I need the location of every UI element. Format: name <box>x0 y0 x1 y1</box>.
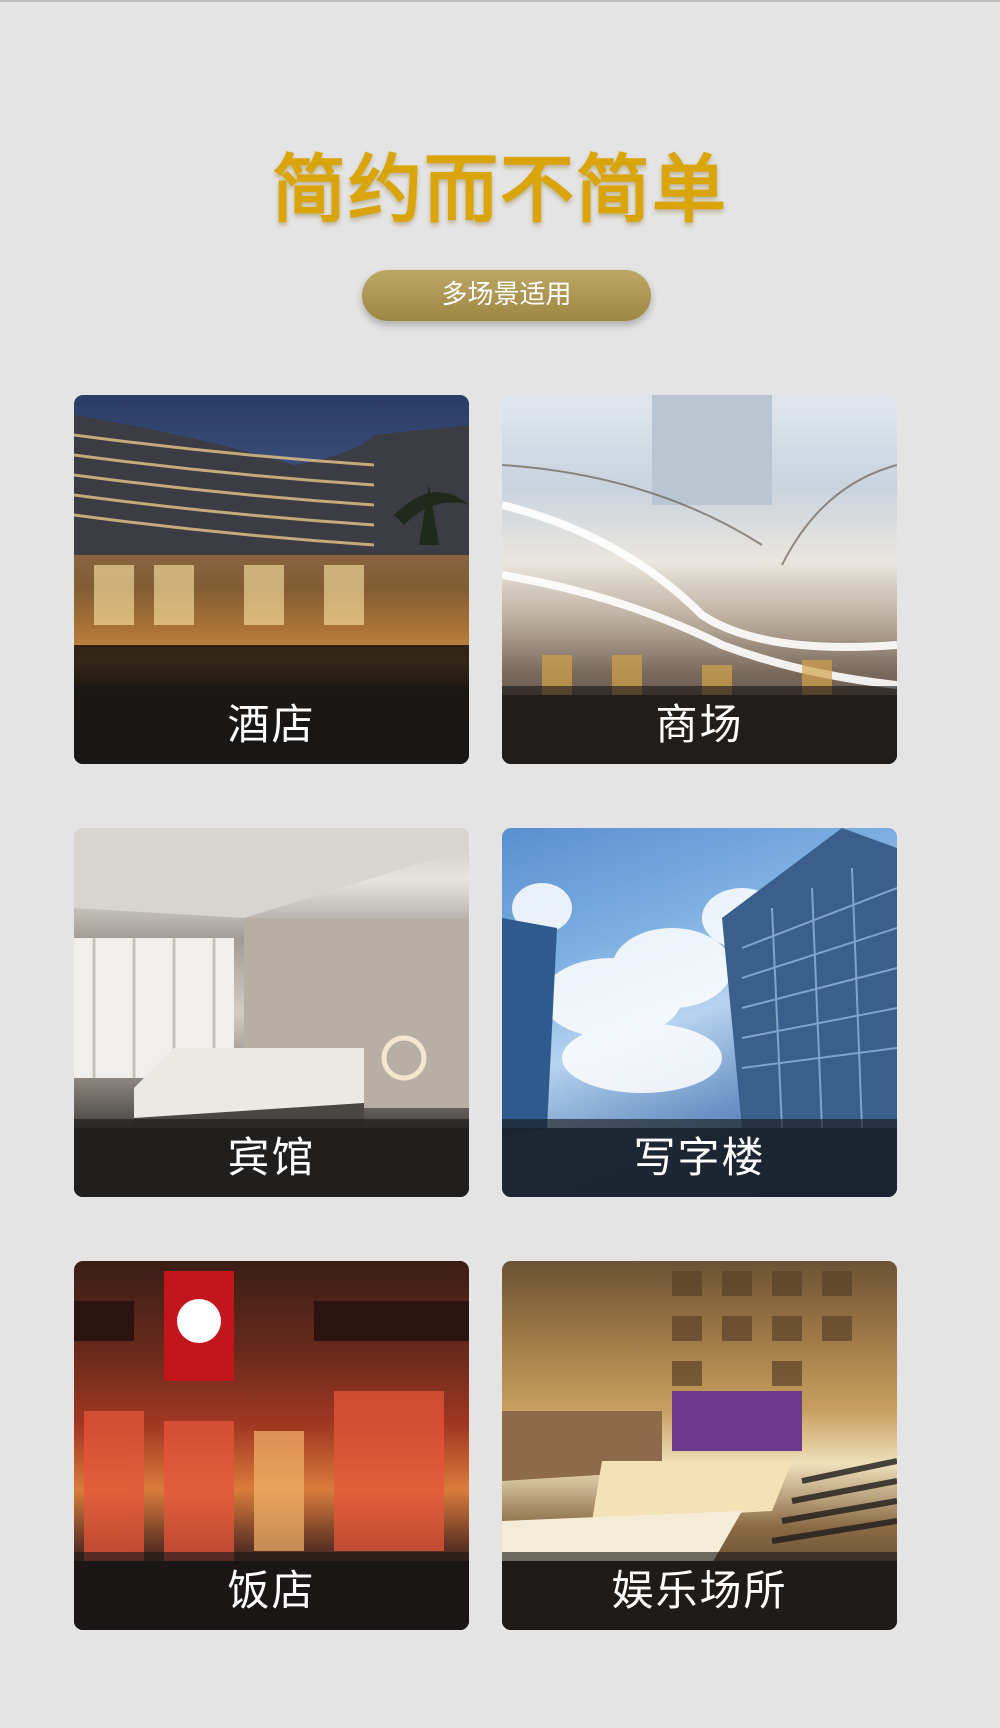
page-title: 简约而不简单 <box>272 147 728 233</box>
scene-label: 酒店 <box>74 686 469 764</box>
scene-card-restaurant[interactable]: 饭店 <box>74 1261 469 1630</box>
scene-label: 商场 <box>502 686 897 764</box>
top-divider <box>0 0 1000 2</box>
scene-label: 娱乐场所 <box>502 1552 897 1630</box>
scene-card-hotel[interactable]: 酒店 <box>74 395 469 764</box>
scene-label: 写字楼 <box>502 1119 897 1197</box>
scene-label: 饭店 <box>74 1552 469 1630</box>
scene-label: 宾馆 <box>74 1119 469 1197</box>
scene-card-office[interactable]: 写字楼 <box>502 828 897 1197</box>
scene-card-entertainment[interactable]: 娱乐场所 <box>502 1261 897 1630</box>
subtitle-badge: 多场景适用 <box>362 270 651 321</box>
scene-card-guesthouse[interactable]: 宾馆 <box>74 828 469 1197</box>
scene-card-mall[interactable]: 商场 <box>502 395 897 764</box>
